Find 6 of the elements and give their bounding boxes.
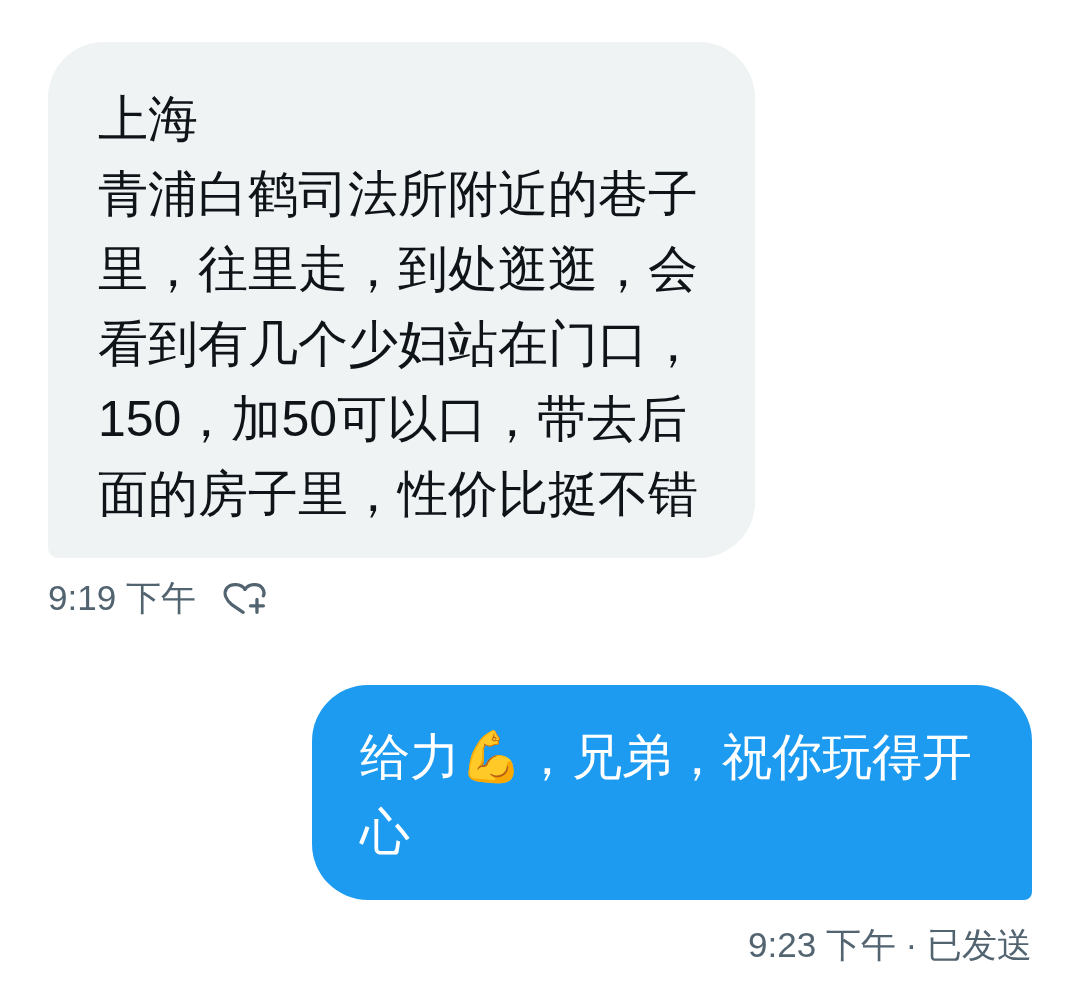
message-text: 上海 [98,90,199,149]
message-timestamp: 9:23 下午 · 已发送 [748,923,1032,966]
message-text: 青浦白鹤司法所附近的巷子里，往里走，到处逛逛，会看到有几个少妇站在门口，150，加50可以口，带去后面的房子里，性价比挺不错 [98,165,699,524]
heart-plus-icon[interactable] [221,580,268,616]
message-text: 给力💪，兄弟，祝你玩得开心 [360,728,973,862]
message-timestamp: 9:19 下午 [48,576,196,619]
